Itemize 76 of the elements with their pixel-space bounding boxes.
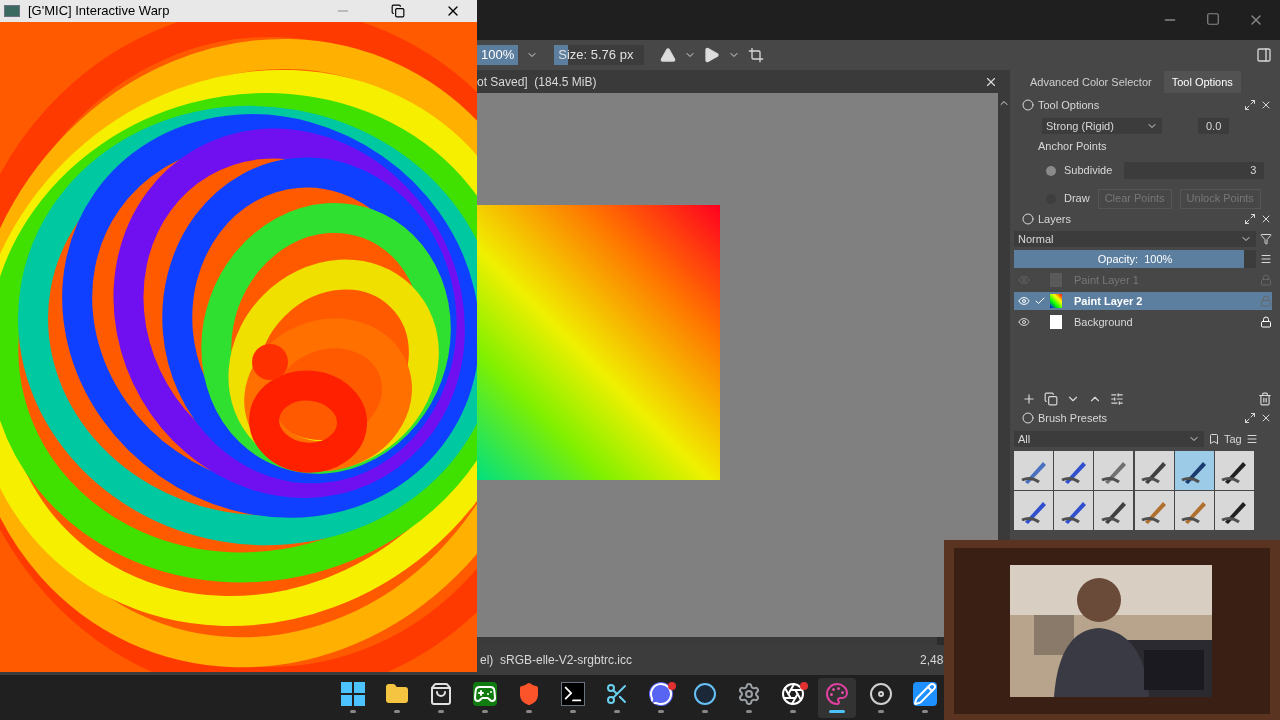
folder-icon bbox=[385, 682, 409, 706]
shield-icon bbox=[517, 682, 541, 706]
restore-icon[interactable] bbox=[391, 4, 405, 18]
filter-dropdown[interactable]: All bbox=[1014, 430, 1204, 447]
pencil-icon bbox=[913, 682, 937, 706]
brush-preset[interactable] bbox=[1134, 491, 1174, 530]
tag-label[interactable]: Tag bbox=[1224, 430, 1242, 447]
zoom-readout: 2,48 bbox=[920, 652, 944, 669]
brush-preset[interactable] bbox=[1014, 451, 1053, 490]
window-title: [G'MIC] Interactive Warp bbox=[28, 2, 170, 21]
brush-preset[interactable] bbox=[1094, 491, 1134, 530]
brush-preset[interactable] bbox=[1214, 491, 1254, 530]
panel-title: Tool Options bbox=[1038, 98, 1100, 113]
palette-icon bbox=[825, 682, 849, 706]
color-profile: el) sRGB-elle-V2-srgbtrc.icc bbox=[480, 652, 634, 669]
crop-icon[interactable] bbox=[748, 47, 765, 63]
app-icon bbox=[4, 5, 20, 17]
filter-icon[interactable] bbox=[1260, 232, 1272, 245]
blend-mode-dropdown[interactable]: Normal bbox=[1014, 230, 1256, 247]
section-label: Anchor Points bbox=[1037, 139, 1108, 154]
aperture-icon bbox=[781, 682, 805, 706]
brush-preset[interactable] bbox=[1014, 491, 1053, 530]
brush-preset[interactable] bbox=[1054, 491, 1094, 530]
scissors-icon bbox=[605, 682, 629, 706]
chat-icon bbox=[649, 682, 673, 706]
layer-name: Paint Layer 2 bbox=[1073, 293, 1143, 309]
brush-preset[interactable] bbox=[1214, 451, 1254, 490]
docker-tab[interactable]: Advanced Color Selector bbox=[1022, 71, 1160, 93]
add-icon[interactable] bbox=[1022, 392, 1036, 406]
docker-tab[interactable]: Tool Options bbox=[1163, 71, 1241, 93]
taskbar-button[interactable] bbox=[818, 677, 856, 718]
disc-icon bbox=[869, 682, 893, 706]
opacity-slider[interactable]: Opacity: 100% bbox=[1014, 250, 1256, 268]
panel-title: Layers bbox=[1038, 212, 1072, 227]
float-icon[interactable] bbox=[1244, 412, 1256, 425]
duplicate-icon[interactable] bbox=[1044, 392, 1058, 406]
terminal-icon bbox=[561, 682, 585, 706]
option-label: Draw bbox=[1064, 191, 1090, 207]
windows-logo-icon bbox=[341, 682, 365, 706]
document-tab[interactable]: ot Saved] (184.5 MiB) bbox=[477, 72, 597, 91]
number-field[interactable]: 3 bbox=[1124, 162, 1265, 179]
eye-icon[interactable] bbox=[1018, 316, 1030, 328]
settings-icon bbox=[737, 682, 761, 706]
layer-row[interactable]: Background bbox=[1014, 313, 1272, 331]
brush-preset[interactable] bbox=[1174, 451, 1214, 490]
float-icon[interactable] bbox=[1244, 99, 1256, 112]
check-icon bbox=[1034, 295, 1046, 307]
bag-icon bbox=[429, 682, 453, 706]
brush-preset[interactable] bbox=[1054, 451, 1094, 490]
brush-preset[interactable] bbox=[1094, 451, 1134, 490]
menu-icon[interactable] bbox=[1260, 253, 1272, 265]
delete-icon[interactable] bbox=[1258, 392, 1272, 406]
mode-dropdown[interactable]: Strong (Rigid) bbox=[1042, 117, 1162, 134]
properties-icon[interactable] bbox=[1110, 392, 1124, 406]
mirror-icon[interactable] bbox=[704, 47, 721, 63]
layer-row[interactable]: Paint Layer 2 bbox=[1014, 292, 1272, 310]
panel-icon[interactable] bbox=[1256, 47, 1272, 63]
notification-badge bbox=[668, 681, 676, 690]
eye-icon[interactable] bbox=[1018, 295, 1030, 307]
float-icon[interactable] bbox=[1244, 213, 1256, 226]
gamepad-icon bbox=[473, 682, 497, 706]
zoom-field[interactable]: 100% bbox=[477, 45, 519, 65]
brush-preset[interactable] bbox=[1134, 451, 1174, 490]
notification-badge bbox=[800, 681, 808, 690]
option-label: Subdivide bbox=[1064, 163, 1113, 179]
maximize-icon[interactable] bbox=[1206, 12, 1220, 26]
brush-preset[interactable] bbox=[1174, 491, 1214, 530]
layer-name: Background bbox=[1073, 314, 1133, 330]
bookmark-icon[interactable] bbox=[1208, 432, 1220, 445]
horizontal-scrollbar[interactable] bbox=[477, 637, 937, 645]
lock-icon[interactable] bbox=[1260, 316, 1272, 328]
number-field[interactable]: 0.0 bbox=[1198, 117, 1230, 134]
panel-title: Brush Presets bbox=[1038, 411, 1108, 426]
radio-button[interactable] bbox=[1046, 165, 1056, 176]
mirror-icon[interactable] bbox=[660, 47, 677, 63]
menu-icon[interactable] bbox=[1245, 432, 1258, 445]
